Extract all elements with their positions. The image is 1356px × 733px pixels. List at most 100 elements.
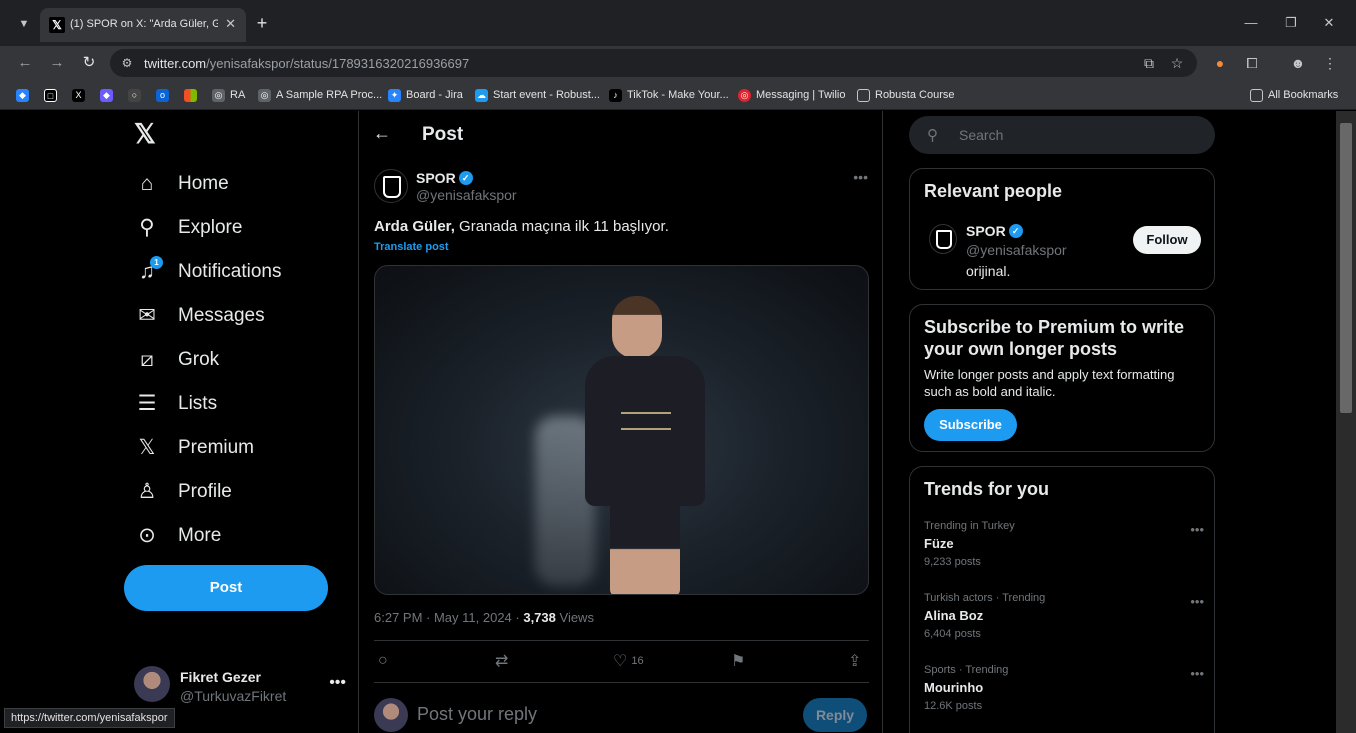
relevant-avatar[interactable]	[929, 224, 957, 254]
tab-title: (1) SPOR on X: "Arda Güler, Gra	[70, 18, 218, 30]
bookmark-ra[interactable]: ◎ RA	[212, 87, 245, 103]
relevant-bio: orijinal.	[966, 263, 1011, 279]
trends-card: Trends for you Trending in Turkey Füze 9…	[909, 466, 1215, 733]
like-button[interactable]: ♡ 16	[613, 651, 644, 671]
translate-post-link[interactable]: Translate post	[374, 241, 449, 253]
url-field[interactable]: ⚙ twitter.com/yenisafakspor/status/17893…	[110, 49, 1197, 77]
bookmark-jira-icon[interactable]: ◆	[16, 87, 29, 103]
nav-home[interactable]: ⌂ Home	[134, 164, 229, 204]
reply-button[interactable]: Reply	[803, 698, 867, 732]
x-icon: 𝕏	[138, 436, 156, 459]
retweet-icon[interactable]: ⇄	[495, 651, 508, 671]
star-icon[interactable]: ☆	[1168, 54, 1186, 72]
trend-item[interactable]: Sports · Trending Mourinho 12.6K posts •…	[924, 664, 1204, 724]
main-column: ← Post SPOR ✓ @yenisafakspor ••• Arda Gü…	[358, 111, 883, 733]
bookmark-start-event[interactable]: ☁ Start event - Robust...	[475, 87, 600, 103]
scrollbar-thumb[interactable]	[1340, 123, 1352, 413]
bookmark-blue-icon[interactable]: ◆	[100, 87, 113, 103]
forward-icon[interactable]: →	[46, 52, 68, 74]
account-name: Fikret Gezer	[180, 669, 261, 685]
grok-icon: ⧄	[140, 348, 154, 371]
all-bookmarks[interactable]: All Bookmarks	[1250, 87, 1338, 103]
post-button[interactable]: Post	[124, 565, 328, 611]
more-dots-icon[interactable]: •••	[1190, 666, 1204, 681]
restore-icon[interactable]: ❐	[1276, 12, 1306, 34]
verified-badge-icon: ✓	[458, 171, 473, 185]
football-player-figure	[580, 296, 730, 594]
premium-title: Subscribe to Premium to write your own l…	[924, 317, 1185, 359]
relevant-name[interactable]: SPOR ✓	[966, 223, 1023, 239]
kebab-menu-icon[interactable]: ⋮	[1320, 53, 1340, 73]
divider	[374, 640, 869, 641]
puzzle-icon[interactable]: ⧠	[1242, 53, 1262, 73]
bookmark-tiktok[interactable]: ♪ TikTok - Make Your...	[609, 87, 729, 103]
bookmark-github-icon[interactable]: ○	[128, 87, 141, 103]
page-scrollbar[interactable]	[1336, 111, 1356, 733]
x-favicon-icon: 𝕏	[49, 17, 65, 33]
active-tab[interactable]: 𝕏 (1) SPOR on X: "Arda Güler, Gra ✕	[40, 8, 246, 42]
author-name[interactable]: SPOR ✓	[416, 170, 473, 186]
premium-text: Write longer posts and apply text format…	[924, 367, 1175, 399]
nav-notifications[interactable]: ♫ 1 Notifications	[134, 252, 282, 292]
bookmark-x-icon[interactable]: X	[72, 87, 85, 103]
relevant-people-card: Relevant people SPOR ✓ @yenisafakspor or…	[909, 168, 1215, 290]
tab-search-icon[interactable]: ▼	[12, 12, 36, 36]
notification-badge: 1	[150, 256, 163, 269]
subscribe-button[interactable]: Subscribe	[924, 409, 1017, 441]
nav-messages[interactable]: ✉ Messages	[134, 296, 264, 336]
search-input[interactable]: ⚲ Search	[909, 116, 1215, 154]
site-info-icon[interactable]: ⚙	[119, 55, 135, 71]
tab-close-icon[interactable]: ✕	[225, 16, 236, 32]
extension-icon[interactable]: ●	[1210, 53, 1230, 73]
left-sidebar: 𝕏 ⌂ Home ⚲ Explore ♫ 1 Notifications ✉ Me…	[120, 111, 358, 733]
bookmark-rpa[interactable]: ◎ A Sample RPA Proc...	[258, 87, 382, 103]
x-logo-icon[interactable]: 𝕏	[134, 121, 160, 148]
reply-icon[interactable]: ○	[378, 651, 388, 671]
nav-more[interactable]: ⊙ More	[134, 516, 221, 556]
post-image[interactable]	[374, 265, 869, 595]
trends-title: Trends for you	[924, 479, 1050, 499]
post-text: Arda Güler, Granada maçına ilk 11 başlıy…	[374, 218, 669, 235]
bookmark-twilio[interactable]: ◎ Messaging | Twilio	[738, 87, 845, 103]
nav-grok[interactable]: ⧄ Grok	[134, 340, 219, 380]
more-dots-icon[interactable]: •••	[1190, 594, 1204, 609]
back-arrow-icon[interactable]: ←	[373, 123, 391, 144]
cast-icon[interactable]: ⧉	[1140, 54, 1158, 72]
post-meta: 6:27 PM · May 11, 2024 · 3,738 Views	[374, 610, 594, 625]
heart-icon: ♡	[613, 653, 628, 670]
trend-item[interactable]: Trending in Turkey Füze 9,233 posts •••	[924, 520, 1204, 580]
author-avatar[interactable]	[374, 169, 408, 203]
profile-avatar-icon[interactable]: ☻	[1288, 53, 1308, 73]
back-icon[interactable]: ←	[14, 52, 36, 74]
reply-input[interactable]: Post your reply	[417, 704, 537, 725]
close-window-icon[interactable]: ✕	[1314, 12, 1344, 34]
verified-badge-icon: ✓	[1008, 224, 1023, 238]
bookmark-square-icon[interactable]: □	[44, 87, 57, 103]
avatar	[134, 666, 170, 702]
nav-explore[interactable]: ⚲ Explore	[134, 208, 242, 248]
relevant-handle: @yenisafakspor	[966, 242, 1067, 258]
more-dots-icon[interactable]: •••	[329, 674, 346, 692]
person-icon: ♙	[137, 480, 157, 503]
follow-button[interactable]: Follow	[1133, 226, 1201, 254]
share-icon[interactable]: ⇪	[848, 651, 861, 671]
nav-premium[interactable]: 𝕏 Premium	[134, 428, 254, 468]
account-handle: @TurkuvazFikret	[180, 688, 287, 704]
bookmark-folder-robusta[interactable]: Robusta Course	[857, 87, 955, 103]
bookmark-icon[interactable]: ⚑	[731, 651, 745, 671]
premium-card: Subscribe to Premium to write your own l…	[909, 304, 1215, 452]
more-circle-icon: ⊙	[138, 524, 156, 547]
mail-icon: ✉	[138, 304, 156, 327]
bookmark-jira-board[interactable]: ✦ Board - Jira	[388, 87, 463, 103]
minimize-icon[interactable]: —	[1236, 12, 1266, 34]
reload-icon[interactable]: ↻	[78, 52, 100, 74]
author-handle[interactable]: @yenisafakspor	[416, 187, 517, 203]
nav-lists[interactable]: ☰ Lists	[134, 384, 218, 424]
bookmark-ms-icon[interactable]	[184, 87, 197, 103]
trend-item[interactable]: Turkish actors · Trending Alina Boz 6,40…	[924, 592, 1204, 652]
new-tab-button[interactable]: +	[250, 12, 274, 36]
post-more-icon[interactable]: •••	[853, 169, 868, 185]
nav-profile[interactable]: ♙ Profile	[134, 472, 232, 512]
bookmark-outlook-icon[interactable]: o	[156, 87, 169, 103]
more-dots-icon[interactable]: •••	[1190, 522, 1204, 537]
